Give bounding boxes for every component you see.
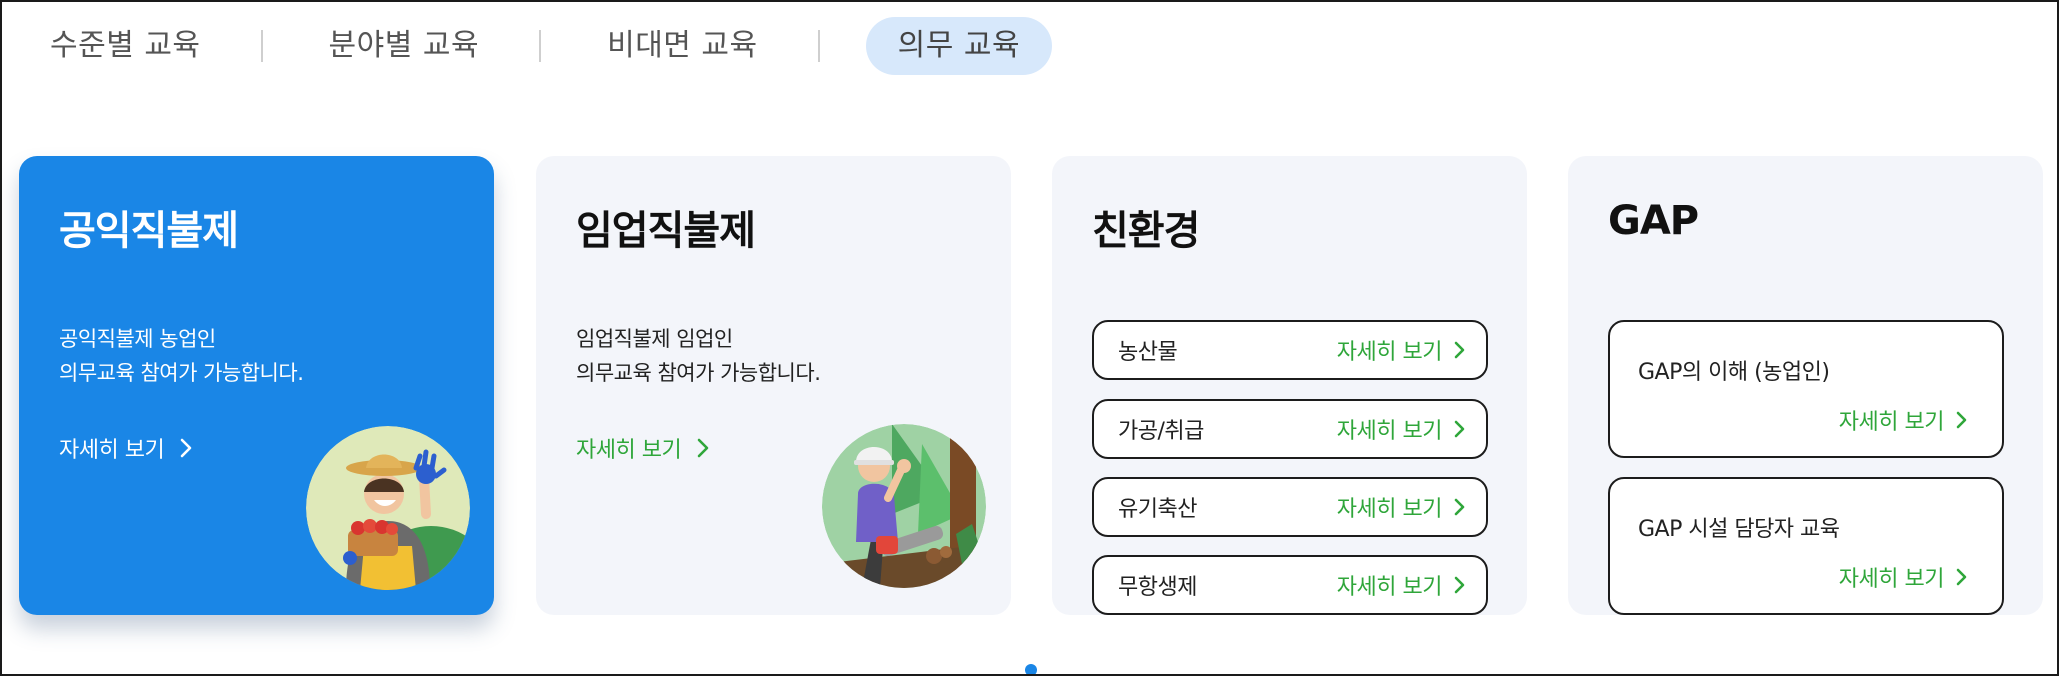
card-title: 공익직불제: [59, 208, 239, 254]
chevron-right-icon: [1956, 411, 1967, 429]
chevron-right-icon: [1454, 341, 1465, 359]
card-eco-friendly: 친환경 농산물 자세히 보기 가공/취급 자세히 보기 유기축산 자세히 보기 …: [1052, 156, 1527, 615]
chevron-right-icon: [180, 438, 192, 458]
card-title: GAP: [1608, 198, 1699, 244]
tab-online-education[interactable]: 비대면 교육: [587, 17, 778, 75]
card-gap: GAP GAP의 이해 (농업인) 자세히 보기 GAP 시설 담당자 교육 자…: [1568, 156, 2043, 615]
list-item-label: 가공/취급: [1118, 419, 1204, 444]
card-detail-link-label: 자세히 보기: [59, 438, 165, 463]
card-public-direct-payment: 공익직불제 공익직불제 농업인 의무교육 참여가 가능합니다. 자세히 보기: [19, 156, 494, 615]
tab-divider: [539, 30, 542, 62]
chevron-right-icon: [1454, 498, 1465, 516]
chevron-right-icon: [697, 438, 709, 458]
card-description-line: 의무교육 참여가 가능합니다.: [59, 361, 304, 385]
card-description-line: 공익직불제 농업인: [59, 327, 216, 351]
list-item-detail-link[interactable]: 자세히 보기: [1337, 334, 1472, 366]
list-item-label: 무항생제: [1118, 575, 1197, 600]
list-item-detail-label: 자세히 보기: [1838, 410, 1945, 435]
card-description: 임업직불제 임업인 의무교육 참여가 가능합니다.: [576, 322, 821, 390]
card-detail-link[interactable]: 자세히 보기: [576, 432, 715, 464]
list-item-label: GAP의 이해 (농업인): [1638, 360, 1830, 385]
tab-divider: [260, 30, 263, 62]
list-item-label: 유기축산: [1118, 497, 1197, 522]
tab-level-education[interactable]: 수준별 교육: [30, 17, 221, 75]
list-item-detail-label: 자세히 보기: [1336, 575, 1443, 600]
tab-field-education[interactable]: 분야별 교육: [309, 17, 500, 75]
list-item-gap-understanding[interactable]: GAP의 이해 (농업인) 자세히 보기: [1608, 320, 2004, 458]
chevron-right-icon: [1454, 420, 1465, 438]
list-item-organic-livestock[interactable]: 유기축산 자세히 보기: [1092, 477, 1488, 537]
card-forestry-direct-payment: 임업직불제 임업직불제 임업인 의무교육 참여가 가능합니다. 자세히 보기: [536, 156, 1011, 615]
list-item-processing-handling[interactable]: 가공/취급 자세히 보기: [1092, 399, 1488, 459]
list-item-gap-facility-manager[interactable]: GAP 시설 담당자 교육 자세히 보기: [1608, 477, 2004, 615]
list-item-detail-link[interactable]: 자세히 보기: [1337, 569, 1472, 601]
card-description-line: 임업직불제 임업인: [576, 327, 733, 351]
list-item-antibiotic-free[interactable]: 무항생제 자세히 보기: [1092, 555, 1488, 615]
tab-divider: [817, 30, 820, 62]
card-title: 임업직불제: [576, 208, 756, 254]
chevron-right-icon: [1454, 576, 1465, 594]
list-item-detail-link[interactable]: 자세히 보기: [1839, 561, 1974, 593]
chevron-right-icon: [1956, 568, 1967, 586]
card-detail-link[interactable]: 자세히 보기: [59, 432, 198, 464]
tab-mandatory-education[interactable]: 의무 교육: [865, 17, 1053, 75]
card-detail-link-label: 자세히 보기: [576, 438, 682, 463]
list-item-detail-link[interactable]: 자세히 보기: [1839, 404, 1974, 436]
forester-illustration: [822, 424, 986, 588]
list-item-label: 농산물: [1118, 340, 1178, 365]
farmer-illustration: [306, 426, 470, 590]
list-item-label: GAP 시설 담당자 교육: [1638, 517, 1840, 542]
list-item-detail-label: 자세히 보기: [1336, 497, 1443, 522]
card-description-line: 의무교육 참여가 가능합니다.: [576, 361, 821, 385]
list-item-detail-label: 자세히 보기: [1336, 419, 1443, 444]
list-item-detail-link[interactable]: 자세히 보기: [1337, 413, 1472, 445]
list-item-detail-link[interactable]: 자세히 보기: [1337, 491, 1472, 523]
list-item-detail-label: 자세히 보기: [1336, 340, 1443, 365]
card-title: 친환경: [1092, 208, 1200, 254]
category-tabs: 수준별 교육 분야별 교육 비대면 교육 의무 교육: [30, 16, 1053, 76]
list-item-detail-label: 자세히 보기: [1838, 567, 1945, 592]
card-description: 공익직불제 농업인 의무교육 참여가 가능합니다.: [59, 322, 304, 390]
list-item-agricultural-products[interactable]: 농산물 자세히 보기: [1092, 320, 1488, 380]
pagination-dot-active[interactable]: [1025, 664, 1037, 676]
